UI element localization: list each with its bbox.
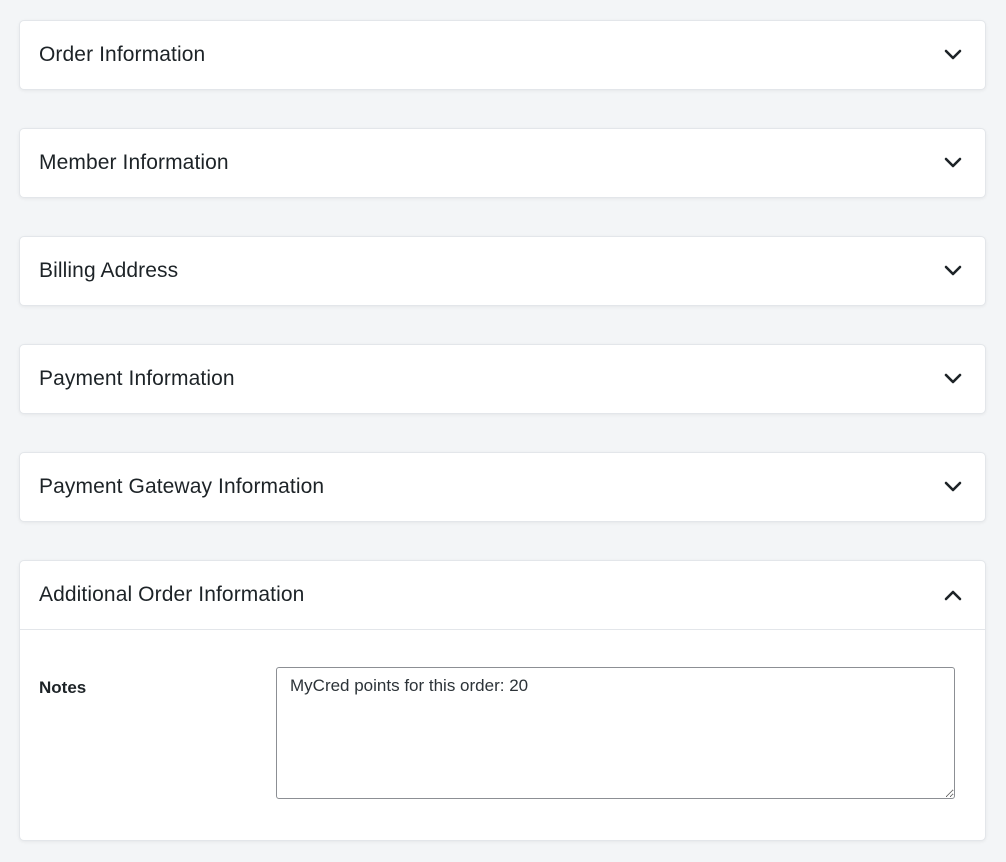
panel-header-billing-address[interactable]: Billing Address xyxy=(20,237,985,305)
chevron-down-icon[interactable] xyxy=(941,151,965,175)
panel-payment-gateway-information: Payment Gateway Information xyxy=(19,452,986,522)
panel-body: Notes MyCred points for this order: 20 xyxy=(20,629,985,840)
chevron-up-icon[interactable] xyxy=(941,583,965,607)
panel-title: Billing Address xyxy=(39,259,179,282)
panel-title: Order Information xyxy=(39,43,206,66)
panel-payment-information: Payment Information xyxy=(19,344,986,414)
panel-title: Additional Order Information xyxy=(39,583,305,606)
chevron-down-icon[interactable] xyxy=(941,259,965,283)
panel-header-payment-information[interactable]: Payment Information xyxy=(20,345,985,413)
panel-header-additional-order-information[interactable]: Additional Order Information xyxy=(20,561,985,629)
panel-additional-order-information: Additional Order Information Notes MyCre… xyxy=(19,560,986,841)
notes-label: Notes xyxy=(39,678,87,697)
chevron-down-icon[interactable] xyxy=(941,475,965,499)
panel-order-information: Order Information xyxy=(19,20,986,90)
panel-title: Payment Information xyxy=(39,367,235,390)
chevron-down-icon[interactable] xyxy=(941,43,965,67)
panel-title: Payment Gateway Information xyxy=(39,475,325,498)
panel-title: Member Information xyxy=(39,151,229,174)
panel-header-order-information[interactable]: Order Information xyxy=(20,21,985,89)
notes-textarea[interactable]: MyCred points for this order: 20 xyxy=(276,667,955,799)
panel-header-member-information[interactable]: Member Information xyxy=(20,129,985,197)
panel-member-information: Member Information xyxy=(19,128,986,198)
panel-billing-address: Billing Address xyxy=(19,236,986,306)
panel-header-payment-gateway-information[interactable]: Payment Gateway Information xyxy=(20,453,985,521)
chevron-down-icon[interactable] xyxy=(941,367,965,391)
